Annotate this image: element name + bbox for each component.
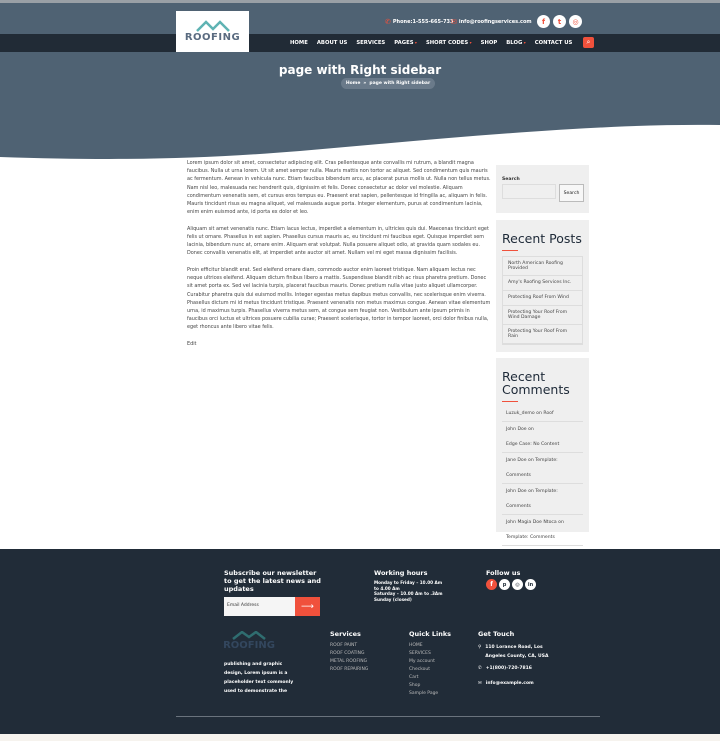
search-button[interactable]: Search	[559, 184, 584, 202]
post-link[interactable]: Amy's Roofing Services Inc.	[503, 276, 582, 291]
facebook-icon[interactable]: f	[537, 15, 550, 28]
comment-item[interactable]: John Magia Doe Ntoca on	[502, 515, 583, 530]
footer-link[interactable]: Checkout	[409, 666, 438, 674]
follow-title: Follow us	[486, 569, 521, 577]
post-link[interactable]: North American Roofing Provided	[503, 257, 582, 276]
phone-text: Phone:1-555-665-733	[392, 19, 454, 25]
breadcrumb: Home » page with Right sidebar	[341, 78, 435, 89]
twitter-icon[interactable]: t	[553, 15, 566, 28]
footer-link[interactable]: My account	[409, 658, 438, 666]
recent-comments-widget: Recent Comments Luzuk_demo on Roof John …	[496, 358, 589, 546]
logo-text: ROOFING	[184, 32, 241, 43]
menu-shop[interactable]: SHOP	[481, 40, 498, 46]
footer-link[interactable]: METAL ROOFING	[330, 658, 368, 666]
email-text: info@example.com	[485, 681, 534, 686]
footer-divider	[176, 716, 600, 717]
main-menu: HOME ABOUT US SERVICES PAGES SHORT CODES…	[290, 34, 572, 52]
bottom-strip	[0, 734, 720, 741]
facebook-icon[interactable]: f	[486, 579, 497, 590]
services-title: Services	[330, 630, 361, 638]
footer-link[interactable]: ROOF REPAIRING	[330, 666, 368, 674]
address-text: 110 Lorance Road, Los Angeles County, CA…	[485, 645, 549, 659]
footer-link[interactable]: Shop	[409, 682, 438, 690]
email-text: info@roofingservices.com	[458, 19, 532, 25]
footer-link[interactable]: SERVICES	[409, 650, 438, 658]
mail-icon: ✉	[451, 18, 457, 26]
menu-short-codes[interactable]: SHORT CODES	[426, 40, 472, 46]
phone-icon: ✆	[478, 666, 482, 671]
edit-link[interactable]: Edit	[187, 340, 491, 348]
newsletter-title: Subscribe our newsletter to get the late…	[224, 569, 321, 593]
hours-line: Sunday (closed)	[374, 596, 412, 602]
menu-pages[interactable]: PAGES	[394, 40, 417, 46]
footer-link[interactable]: Sample Page	[409, 690, 438, 698]
menu-services[interactable]: SERVICES	[356, 40, 385, 46]
breadcrumb-separator: »	[363, 81, 367, 86]
roof-logo-icon	[195, 20, 230, 32]
breadcrumb-home[interactable]: Home	[346, 81, 361, 86]
paragraph: Lorem ipsum dolor sit amet, consectetur …	[187, 160, 491, 216]
comment-item[interactable]: John Doe on	[502, 422, 583, 437]
page-title: page with Right sidebar	[278, 63, 442, 77]
hours-line: Saturday – 10.00 Am to .3Am	[374, 591, 443, 596]
hours-line: Monday to Friday – 10.00 Am to 4.00 Am	[374, 580, 443, 591]
footer-link[interactable]: ROOF COATING	[330, 650, 368, 658]
newsletter-email-input[interactable]: Email Address	[224, 597, 296, 616]
comment-item[interactable]: Jane Doe on Template: Comments	[502, 453, 583, 484]
search-input[interactable]	[502, 184, 556, 199]
divider	[502, 250, 518, 251]
hours-title: Working hours	[374, 569, 428, 577]
page-content: Lorem ipsum dolor sit amet, consectetur …	[187, 159, 491, 357]
footer: Subscribe our newsletter to get the late…	[0, 549, 720, 734]
contact-title: Get Touch	[478, 630, 515, 638]
paragraph: Proin efficitur blandit erat. Sed eleife…	[187, 267, 491, 331]
phone-text: +1(800)-720-7816	[485, 666, 532, 671]
paragraph: Aliquam sit amet venenatis nunc. Etiam l…	[187, 225, 489, 257]
footer-email[interactable]: ✉ info@example.com	[478, 681, 534, 687]
divider	[502, 401, 518, 402]
recent-comments-title: Recent Comments	[502, 369, 570, 397]
menu-about[interactable]: ABOUT US	[317, 40, 348, 46]
logo-text: ROOFING	[223, 640, 275, 651]
footer-link[interactable]: HOME	[409, 642, 438, 650]
instagram-icon[interactable]: ◎	[512, 579, 523, 590]
post-link[interactable]: Protecting Roof From Wind	[503, 291, 582, 306]
footer-link[interactable]: Cart	[409, 674, 438, 682]
comment-item[interactable]: Template: Comments	[502, 530, 583, 546]
instagram-icon[interactable]: ◎	[569, 15, 582, 28]
linkedin-icon[interactable]: in	[525, 579, 536, 590]
comment-item[interactable]: John Doe on Template: Comments	[502, 484, 583, 515]
search-label: Search	[502, 177, 520, 182]
header-email[interactable]: ✉ info@roofingservices.com	[451, 18, 532, 26]
menu-contact[interactable]: CONTACT US	[535, 40, 573, 46]
comment-item[interactable]: Luzuk_demo on Roof	[502, 406, 583, 422]
site-logo[interactable]: ROOFING	[176, 11, 249, 52]
map-pin-icon: ⚲	[478, 645, 482, 650]
header-phone[interactable]: ✆ Phone:1-555-665-733	[385, 18, 454, 26]
search-widget: Search Search	[496, 165, 589, 213]
recent-posts-widget: Recent Posts North American Roofing Prov…	[496, 220, 589, 352]
footer-link[interactable]: ROOF PAINT	[330, 642, 368, 650]
menu-blog[interactable]: BLOG	[506, 40, 525, 46]
quick-links-title: Quick Links	[409, 630, 452, 638]
footer-logo[interactable]: ROOFING	[223, 631, 275, 655]
arrow-right-icon[interactable]: ⟶	[295, 597, 320, 616]
menu-home[interactable]: HOME	[290, 40, 308, 46]
footer-address: ⚲ 110 Lorance Road, Los Angeles County, C…	[478, 643, 550, 661]
search-icon[interactable]: ⌕	[583, 37, 594, 48]
pinterest-icon[interactable]: p	[499, 579, 510, 590]
breadcrumb-current: page with Right sidebar	[369, 81, 431, 86]
recent-posts-title: Recent Posts	[502, 231, 582, 246]
post-link[interactable]: Protecting Your Roof From Wind Damage	[503, 306, 582, 325]
mail-icon: ✉	[478, 681, 482, 686]
roof-logo-icon	[232, 631, 266, 640]
post-link[interactable]: Protecting Your Roof From Rain	[503, 325, 582, 344]
footer-phone[interactable]: ✆ +1(800)-720-7816	[478, 666, 532, 672]
phone-icon: ✆	[385, 18, 391, 26]
footer-about-text: publishing and graphic design, Lorem ips…	[224, 662, 294, 694]
comment-item[interactable]: Edge Case: No Content	[502, 437, 583, 453]
